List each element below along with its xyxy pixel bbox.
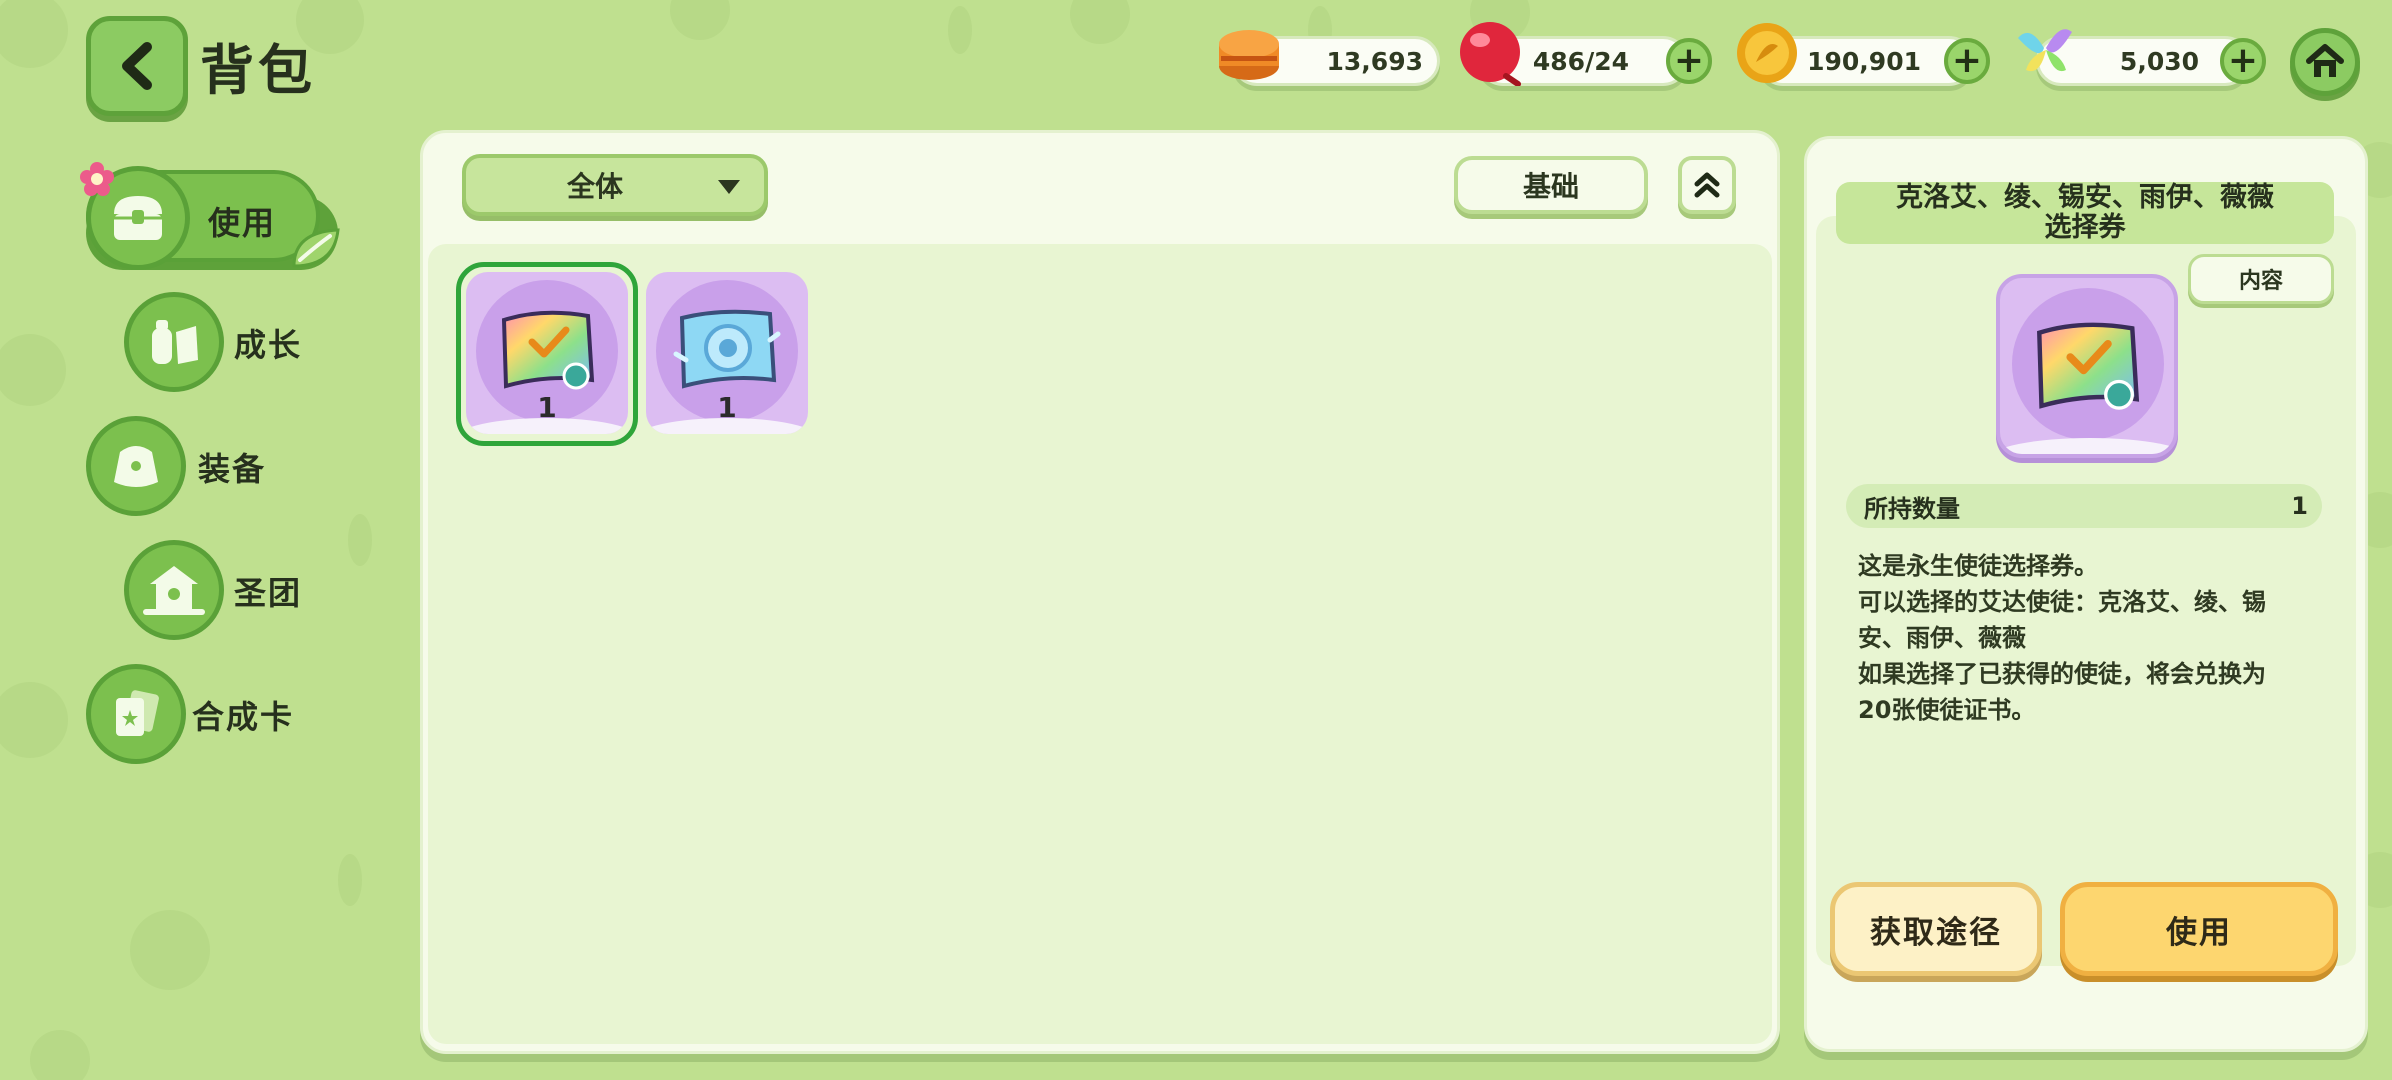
sidebar-item-guild[interactable]: 圣团: [124, 540, 324, 640]
description-line: 可以选择的艾达使徒：克洛艾、绫、锡: [1858, 588, 2266, 616]
acquisition-source-label: 获取途径: [1870, 914, 2002, 951]
sidebar-equipment-icon-circle: [86, 416, 186, 516]
filter-dropdown[interactable]: 全体: [462, 154, 768, 216]
card-icon: [116, 690, 159, 736]
use-item-button[interactable]: 使用: [2060, 882, 2338, 976]
add-coin-button[interactable]: +: [1944, 38, 1990, 84]
acquisition-source-button[interactable]: 获取途径: [1830, 882, 2042, 976]
outfit-icon: [114, 446, 158, 487]
sidebar-item-equipment[interactable]: 装备: [86, 416, 286, 516]
description-line: 安、雨伊、薇薇: [1858, 624, 2026, 652]
sidebar-item-label: 合成卡: [192, 698, 295, 736]
shrine-icon: [143, 566, 205, 615]
resource-crystal-value: 5,030: [2119, 46, 2199, 76]
item-title-line2: 选择券: [2044, 212, 2126, 243]
sidebar-item-label: 圣团: [234, 574, 303, 612]
plus-icon: +: [1951, 40, 1983, 81]
sidebar-item-label: 使用: [208, 204, 277, 242]
item-detail-title: 克洛艾、绫、锡安、雨伊、薇薇 选择券: [1836, 182, 2334, 244]
chevron-left-icon: [122, 42, 152, 90]
description-line: 如果选择了已获得的使徒，将会兑换为: [1858, 660, 2266, 688]
candy-icon: [1460, 22, 1521, 86]
coin-icon: [1737, 23, 1797, 83]
home-button[interactable]: [2290, 28, 2360, 96]
item-count: 1: [537, 391, 557, 424]
add-candy-button[interactable]: +: [1666, 38, 1712, 84]
description-line: 这是永生使徒选择券。: [1858, 552, 2098, 580]
sidebar-card-icon-circle: [86, 664, 186, 764]
blue-ticket-icon: [673, 309, 781, 389]
flower-badge-icon: [80, 162, 114, 196]
contents-button-label: 内容: [2238, 269, 2283, 294]
owned-quantity-value: 1: [2291, 492, 2308, 520]
sidebar-guild-icon-circle: [124, 540, 224, 640]
owned-quantity-label: 所持数量: [1864, 494, 1960, 523]
resource-food-value: 13,693: [1326, 46, 1423, 76]
inventory-item-blue-ticket[interactable]: 1: [646, 272, 808, 434]
add-crystal-button[interactable]: +: [2220, 38, 2266, 84]
item-description: 这是永生使徒选择券。 可以选择的艾达使徒：克洛艾、绫、锡 安、雨伊、薇薇 如果选…: [1858, 548, 2318, 728]
sidebar-item-synthesis-card[interactable]: 合成卡: [86, 664, 316, 764]
double-chevron-up-icon: [1694, 172, 1720, 198]
food-icon: [1219, 30, 1279, 80]
leaf-icon: [292, 228, 340, 268]
use-item-label: 使用: [2166, 914, 2232, 951]
caret-down-icon: [718, 180, 740, 194]
item-title-line1: 克洛艾、绫、锡安、雨伊、薇薇: [1896, 182, 2274, 213]
page-title: 背包: [200, 39, 316, 102]
back-button[interactable]: [86, 16, 188, 116]
rainbow-ticket-icon: [2037, 322, 2140, 410]
owned-quantity-bar: 所持数量 1: [1846, 484, 2322, 528]
inventory-item-rainbow-ticket[interactable]: 1: [466, 272, 628, 434]
sort-basic-label: 基础: [1522, 170, 1579, 203]
contents-button[interactable]: 内容: [2188, 254, 2334, 304]
collapse-button[interactable]: [1678, 156, 1736, 214]
item-detail-image: [1996, 274, 2178, 458]
home-icon: [2306, 44, 2344, 77]
plus-icon: +: [1673, 40, 1705, 81]
resource-candy-value: 486/24: [1532, 46, 1629, 76]
sidebar-growth-icon-circle: [124, 292, 224, 392]
filter-dropdown-value: 全体: [566, 170, 623, 203]
rainbow-ticket-icon: [501, 310, 595, 390]
plus-icon: +: [2227, 40, 2259, 81]
sidebar-item-growth[interactable]: 成长: [124, 292, 324, 392]
crystal-icon: [2018, 29, 2072, 72]
sidebar-item-label: 装备: [198, 450, 267, 488]
item-count: 1: [717, 391, 737, 424]
sidebar-item-label: 成长: [234, 326, 303, 364]
potion-icon: [152, 320, 198, 364]
sort-basic-button[interactable]: 基础: [1454, 156, 1648, 214]
resource-coin-value: 190,901: [1807, 46, 1921, 76]
description-line: 20张使徒证书。: [1858, 696, 2036, 724]
